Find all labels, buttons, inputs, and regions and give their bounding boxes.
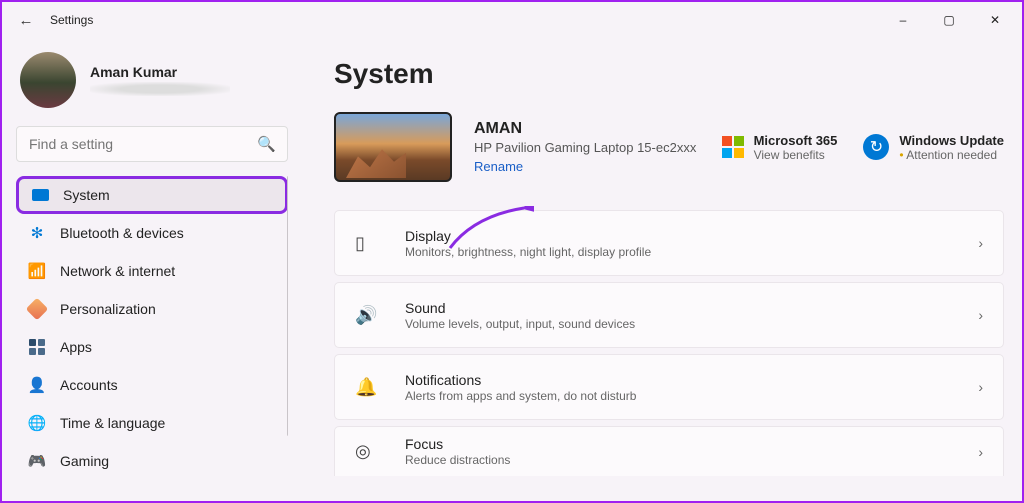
wifi-icon: 📶 [28, 262, 46, 280]
sidebar-item-label: Apps [60, 339, 92, 355]
card-sound[interactable]: 🔊 Sound Volume levels, output, input, so… [334, 282, 1004, 348]
card-title: Focus [405, 436, 510, 452]
card-focus[interactable]: ◎ Focus Reduce distractions › [334, 426, 1004, 476]
search-icon: 🔍 [257, 135, 276, 153]
card-title: Display [405, 228, 651, 244]
sidebar-item-network[interactable]: 📶 Network & internet [16, 252, 288, 290]
sound-icon: 🔊 [355, 305, 381, 326]
window-title: Settings [50, 13, 93, 27]
clock-globe-icon: 🌐 [28, 414, 46, 432]
search-container: 🔍 [16, 126, 288, 162]
sidebar-item-time-language[interactable]: 🌐 Time & language [16, 404, 288, 442]
sidebar-item-label: Bluetooth & devices [60, 225, 184, 241]
profile-name: Aman Kumar [90, 64, 230, 80]
back-button[interactable]: ← [6, 12, 46, 29]
sidebar-item-system[interactable]: System [16, 176, 288, 214]
search-input[interactable] [16, 126, 288, 162]
bell-icon: 🔔 [355, 377, 381, 398]
card-title: Sound [405, 300, 635, 316]
card-display[interactable]: ▯ Display Monitors, brightness, night li… [334, 210, 1004, 276]
page-title: System [334, 58, 1004, 90]
bluetooth-icon: ✻ [28, 224, 46, 242]
card-sub: Alerts from apps and system, do not dist… [405, 389, 636, 403]
close-button[interactable]: ✕ [972, 4, 1018, 36]
chevron-right-icon: › [978, 235, 983, 251]
chevron-right-icon: › [978, 307, 983, 323]
paintbrush-icon [28, 300, 46, 318]
microsoft-logo-icon [722, 136, 744, 158]
chevron-right-icon: › [978, 444, 983, 460]
device-name: AMAN [474, 120, 696, 138]
focus-icon: ◎ [355, 441, 381, 462]
windows-update-card[interactable]: ↻ Windows Update Attention needed [863, 133, 1004, 162]
sidebar-item-label: Time & language [60, 415, 165, 431]
settings-list: ▯ Display Monitors, brightness, night li… [334, 210, 1004, 476]
nav-list: System ✻ Bluetooth & devices 📶 Network &… [16, 176, 288, 501]
sidebar-item-bluetooth[interactable]: ✻ Bluetooth & devices [16, 214, 288, 252]
sidebar-item-label: Network & internet [60, 263, 175, 279]
sidebar-item-accounts[interactable]: 👤 Accounts [16, 366, 288, 404]
sidebar-item-label: Accounts [60, 377, 118, 393]
system-icon [31, 186, 49, 204]
chevron-right-icon: › [978, 379, 983, 395]
apps-icon [28, 338, 46, 356]
sidebar-item-personalization[interactable]: Personalization [16, 290, 288, 328]
rename-link[interactable]: Rename [474, 159, 696, 174]
title-bar: ← Settings – ▢ ✕ [2, 2, 1022, 38]
main-content: System AMAN HP Pavilion Gaming Laptop 15… [302, 38, 1022, 501]
ms365-sub: View benefits [754, 148, 838, 162]
scrollbar[interactable] [287, 176, 288, 436]
wu-sub: Attention needed [899, 148, 1004, 162]
sidebar: Aman Kumar 🔍 System ✻ Bluetooth & device… [2, 38, 302, 501]
card-sub: Reduce distractions [405, 453, 510, 467]
device-model: HP Pavilion Gaming Laptop 15-ec2xxx [474, 140, 696, 155]
maximize-button[interactable]: ▢ [926, 4, 972, 36]
sidebar-item-label: Personalization [60, 301, 156, 317]
card-notifications[interactable]: 🔔 Notifications Alerts from apps and sys… [334, 354, 1004, 420]
sidebar-item-gaming[interactable]: 🎮 Gaming [16, 442, 288, 480]
microsoft-365-card[interactable]: Microsoft 365 View benefits [722, 133, 838, 162]
card-sub: Volume levels, output, input, sound devi… [405, 317, 635, 331]
avatar [20, 52, 76, 108]
sidebar-item-label: System [63, 187, 110, 203]
card-sub: Monitors, brightness, night light, displ… [405, 245, 651, 259]
profile-block[interactable]: Aman Kumar [16, 42, 288, 122]
card-title: Notifications [405, 372, 636, 388]
display-icon: ▯ [355, 233, 381, 254]
desktop-preview [334, 112, 452, 182]
gamepad-icon: 🎮 [28, 452, 46, 470]
sidebar-item-label: Gaming [60, 453, 109, 469]
ms365-title: Microsoft 365 [754, 133, 838, 148]
minimize-button[interactable]: – [880, 4, 926, 36]
device-hero: AMAN HP Pavilion Gaming Laptop 15-ec2xxx… [334, 112, 1004, 182]
profile-email-redacted [90, 82, 230, 96]
sync-icon: ↻ [863, 134, 889, 160]
wu-title: Windows Update [899, 133, 1004, 148]
sidebar-item-apps[interactable]: Apps [16, 328, 288, 366]
person-icon: 👤 [28, 376, 46, 394]
